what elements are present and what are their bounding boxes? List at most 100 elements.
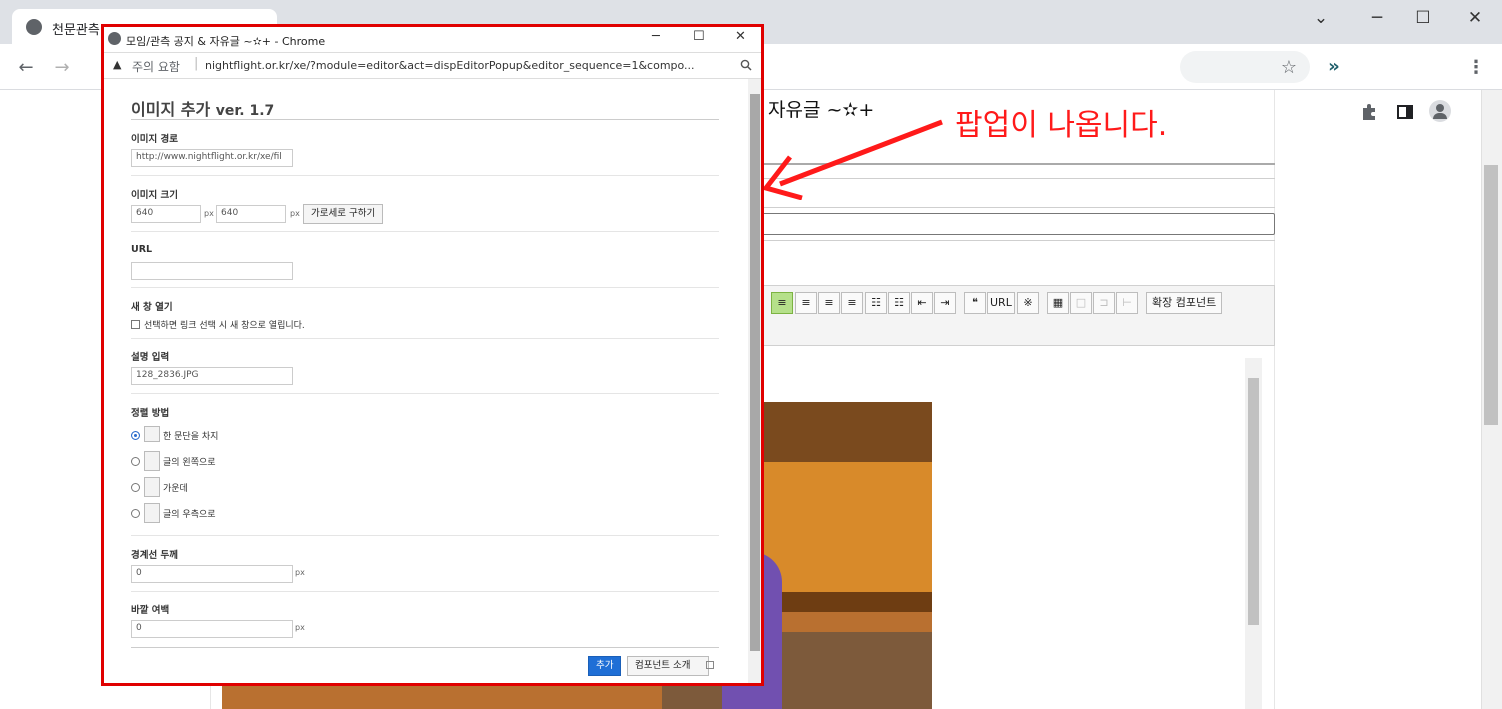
width-unit: px — [204, 209, 214, 218]
minimize-button[interactable]: ─ — [1362, 8, 1392, 28]
align-option-paragraph: 한 문단을 차지 — [163, 432, 219, 442]
outdent-icon[interactable]: ⇤ — [911, 292, 933, 314]
popup-maximize-button[interactable]: ☐ — [693, 29, 705, 44]
annotation-text: 팝업이 나옵니다. — [955, 108, 1168, 143]
align-radio-right[interactable] — [131, 509, 140, 518]
url-label: URL — [131, 244, 153, 255]
popup-url[interactable]: nightflight.or.kr/xe/?module=editor&act=… — [205, 59, 725, 72]
align-paragraph-icon — [144, 426, 160, 442]
merge-cells-icon[interactable]: ⊐ — [1093, 292, 1115, 314]
image-path-input[interactable]: http://www.nightflight.or.kr/xe/fil — [131, 149, 293, 167]
align-justify-icon[interactable]: ≡ — [841, 292, 863, 314]
popup-heading: 이미지 추가 ver. 1.7 — [131, 96, 274, 120]
divider — [760, 207, 1275, 208]
cell-icon[interactable]: □ — [1070, 292, 1092, 314]
split-cells-icon[interactable]: ⊢ — [1116, 292, 1138, 314]
align-center-icon — [144, 477, 160, 497]
back-arrow-icon[interactable]: ← — [14, 58, 38, 78]
align-option-center: 가운데 — [163, 484, 188, 494]
url-button[interactable]: URL — [987, 292, 1015, 314]
globe-icon — [108, 32, 121, 45]
popup-window-title: 모임/관측 공지 & 자유글 ~✫+ - Chrome — [126, 35, 326, 48]
divider — [131, 647, 719, 648]
align-option-left: 글의 왼쪽으로 — [163, 458, 216, 468]
align-radio-paragraph[interactable] — [131, 431, 140, 440]
image-height-input[interactable]: 640 — [216, 205, 286, 223]
menu-dots-icon[interactable]: ⋮ — [1464, 58, 1488, 78]
indent-icon[interactable]: ⇥ — [934, 292, 956, 314]
screenshot-root: 천문관측 ⌄ ─ ☐ ✕ ← → ☆ » ⋮ 자유글 ~✫+ ≡ ≡ ≡ ≡ ☷… — [0, 0, 1502, 709]
tab-list-chevron-icon[interactable]: ⌄ — [1306, 8, 1336, 28]
new-window-checkbox[interactable] — [131, 320, 140, 329]
popup-close-button[interactable]: ✕ — [735, 29, 746, 44]
side-panel-icon[interactable] — [1396, 103, 1414, 121]
align-left-icon[interactable]: ≡ — [771, 292, 793, 314]
divider — [131, 591, 719, 592]
popup-address-bar[interactable]: ▲ 주의 요함 | nightflight.or.kr/xe/?module=e… — [104, 53, 761, 79]
bookmark-star-icon[interactable]: ☆ — [1277, 58, 1301, 78]
zoom-icon[interactable] — [740, 59, 752, 71]
align-left-icon — [144, 451, 160, 471]
align-label: 정렬 방법 — [131, 408, 170, 419]
editor-scrollbar-thumb[interactable] — [1248, 378, 1259, 625]
margin-label: 바깥 여백 — [131, 605, 170, 616]
popup-titlebar: 모임/관측 공지 & 자유글 ~✫+ - Chrome ─ ☐ ✕ — [104, 27, 761, 53]
ordered-list-icon[interactable]: ☷ — [865, 292, 887, 314]
extend-component-button[interactable]: 확장 컴포넌트 — [1146, 292, 1223, 314]
puzzle-extensions-icon[interactable] — [1360, 103, 1378, 121]
security-label: 주의 요함 — [132, 60, 180, 74]
divider — [131, 535, 719, 536]
editor-toolbar: ≡ ≡ ≡ ≡ ☷ ☷ ⇤ ⇥ ❝ URL ※ ▦ □ ⊐ ⊢ 확장 컴포넌트 — [760, 285, 1275, 346]
extension-dev-icon[interactable]: » — [1322, 57, 1346, 77]
popup-minimize-button[interactable]: ─ — [652, 29, 660, 44]
border-label: 경계선 두께 — [131, 550, 179, 561]
align-radio-left[interactable] — [131, 457, 140, 466]
align-right-icon[interactable]: ≡ — [818, 292, 840, 314]
align-radio-center[interactable] — [131, 483, 140, 492]
new-window-checkbox-text: 선택하면 링크 선택 시 새 창으로 열립니다. — [144, 321, 305, 331]
height-unit: px — [290, 209, 300, 218]
add-button[interactable]: 추가 — [588, 656, 622, 676]
link-url-input[interactable] — [131, 262, 293, 280]
border-unit: px — [295, 568, 305, 577]
popup-heading-title: 이미지 추가 — [131, 100, 211, 119]
close-button[interactable]: ✕ — [1460, 8, 1490, 28]
divider — [760, 240, 1275, 241]
unordered-list-icon[interactable]: ☷ — [888, 292, 910, 314]
popup-body: 이미지 추가 ver. 1.7 이미지 경로 http://www.nightf… — [104, 79, 761, 683]
post-title-input[interactable] — [760, 213, 1275, 235]
address-separator: | — [194, 56, 199, 71]
maximize-button[interactable]: ☐ — [1408, 8, 1438, 28]
divider — [131, 231, 719, 232]
margin-input[interactable]: 0 — [131, 620, 293, 638]
calc-size-button[interactable]: 가로세로 구하기 — [303, 204, 384, 224]
divider — [131, 119, 719, 120]
border-input[interactable]: 0 — [131, 565, 293, 583]
divider — [131, 175, 719, 176]
image-size-label: 이미지 크기 — [131, 190, 179, 201]
profile-avatar-icon[interactable] — [1429, 100, 1451, 122]
about-component-button[interactable]: 컴포넌트 소개 — [627, 656, 710, 676]
page-scrollbar-thumb[interactable] — [1484, 165, 1498, 425]
forward-arrow-icon[interactable]: → — [50, 58, 74, 78]
image-path-label: 이미지 경로 — [131, 134, 179, 145]
quote-icon[interactable]: ❝ — [964, 292, 986, 314]
divider — [131, 287, 719, 288]
description-label: 설명 입력 — [131, 352, 170, 363]
table-icon[interactable]: ▦ — [1047, 292, 1069, 314]
warning-icon: ▲ — [113, 58, 122, 71]
divider — [131, 338, 719, 339]
align-center-icon[interactable]: ≡ — [795, 292, 817, 314]
annotation-arrow — [761, 119, 943, 200]
special-char-button[interactable]: ※ — [1017, 292, 1039, 314]
editor-popup-window: 모임/관측 공지 & 자유글 ~✫+ - Chrome ─ ☐ ✕ ▲ 주의 요… — [101, 24, 764, 686]
description-input[interactable]: 128_2836.JPG — [131, 367, 293, 385]
popup-scrollbar-thumb[interactable] — [750, 94, 760, 651]
tab-title: 천문관측 — [52, 23, 100, 38]
divider — [131, 393, 719, 394]
new-window-label: 새 창 열기 — [131, 302, 173, 313]
margin-unit: px — [295, 623, 305, 632]
align-option-right: 글의 우측으로 — [163, 510, 216, 520]
image-width-input[interactable]: 640 — [131, 205, 201, 223]
align-right-icon — [144, 503, 160, 523]
